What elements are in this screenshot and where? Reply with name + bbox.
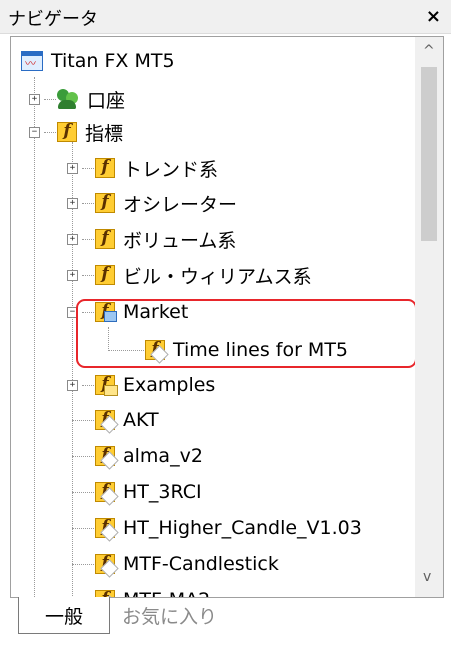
terminal-icon: 〰 <box>21 51 43 71</box>
highlight-annotation <box>76 299 417 368</box>
tree-item-ht-higher-candle[interactable]: f HT_Higher_Candle_V1.03 <box>95 512 362 544</box>
tree-item-indicators-label: 指標 <box>85 122 124 145</box>
tree-item-label: HT_Higher_Candle_V1.03 <box>123 517 362 539</box>
expand-trend-toggle[interactable]: + <box>67 163 78 174</box>
navigator-titlebar: ナビゲータ × <box>0 0 451 34</box>
accounts-icon <box>57 88 79 110</box>
tab-general[interactable]: 一般 <box>18 597 110 634</box>
tree-line <box>34 77 35 597</box>
tree-item-label: MTF-Candlestick <box>123 553 279 575</box>
tree-folder-oscillator[interactable]: f オシレーター <box>95 187 237 219</box>
collapse-indicators-toggle[interactable]: − <box>29 127 40 138</box>
tree-folder-label: トレンド系 <box>123 158 219 181</box>
custom-indicator-icon: f <box>95 481 119 506</box>
expand-volume-toggle[interactable]: + <box>67 234 78 245</box>
vertical-scrollbar[interactable]: ^ v <box>415 37 443 597</box>
tree-item-ht-3rci[interactable]: f HT_3RCI <box>95 476 202 508</box>
tree-folder-examples-label: Examples <box>123 374 216 396</box>
tree-folder-label: ボリューム系 <box>123 229 237 252</box>
navigator-tree: + − + + + + − + 〰 Titan FX MT5 口座 f 指標 f… <box>11 37 417 597</box>
indicator-folder-icon: f <box>95 192 115 213</box>
navigator-panel: + − + + + + − + 〰 Titan FX MT5 口座 f 指標 f… <box>10 36 444 598</box>
tree-item-mtf-candlestick[interactable]: f MTF-Candlestick <box>95 548 279 580</box>
custom-indicator-icon: f <box>95 517 119 542</box>
indicator-folder-icon: f <box>95 264 115 285</box>
tree-folder-volume[interactable]: f ボリューム系 <box>95 223 236 255</box>
expand-account-toggle[interactable]: + <box>29 94 40 105</box>
expand-examples-toggle[interactable]: + <box>67 380 78 391</box>
tree-folder-examples[interactable]: f Examples <box>95 369 215 401</box>
tree-folder-bill-williams[interactable]: f ビル・ウィリアムス系 <box>95 259 312 291</box>
tree-item-mtf-ma2[interactable]: f MTF-MA2 <box>95 584 210 597</box>
tree-line <box>72 456 94 457</box>
tree-item-label: AKT <box>123 409 159 431</box>
scroll-down-icon[interactable]: v <box>423 569 431 585</box>
tree-line <box>82 385 94 386</box>
indicator-folder-icon: f <box>95 157 115 178</box>
indicator-folder-icon: f <box>57 121 77 142</box>
tree-line <box>72 528 94 529</box>
tree-item-account-label: 口座 <box>87 89 126 112</box>
tree-line <box>82 239 94 240</box>
tree-item-akt[interactable]: f AKT <box>95 404 159 436</box>
scroll-up-icon[interactable]: ^ <box>423 43 435 59</box>
expand-oscillator-toggle[interactable]: + <box>67 198 78 209</box>
examples-folder-icon: f <box>95 374 118 396</box>
tree-item-label: HT_3RCI <box>123 481 202 503</box>
tree-root-mt5[interactable]: 〰 Titan FX MT5 <box>21 45 175 77</box>
tree-folder-label: オシレーター <box>123 193 238 216</box>
tree-line <box>82 203 94 204</box>
custom-indicator-icon: f <box>95 553 119 578</box>
tree-root-label: Titan FX MT5 <box>51 50 175 72</box>
tree-item-alma[interactable]: f alma_v2 <box>95 440 203 472</box>
tree-line <box>44 132 56 133</box>
scrollbar-thumb[interactable] <box>421 67 437 241</box>
tree-line <box>72 142 73 597</box>
navigator-tabs: 一般 お気に入り <box>10 597 444 637</box>
window-title: ナビゲータ <box>8 9 98 30</box>
tree-item-indicators[interactable]: f 指標 <box>57 116 123 148</box>
tree-line <box>72 564 94 565</box>
custom-indicator-icon: f <box>95 409 119 434</box>
tree-line <box>82 275 94 276</box>
tree-folder-trend[interactable]: f トレンド系 <box>95 152 218 184</box>
tree-line <box>44 99 56 100</box>
tree-line <box>82 168 94 169</box>
expand-bill-williams-toggle[interactable]: + <box>67 270 78 281</box>
indicator-folder-icon: f <box>95 228 115 249</box>
tree-line <box>72 420 94 421</box>
custom-indicator-icon: f <box>95 445 119 470</box>
tree-line <box>72 492 94 493</box>
tree-item-label: alma_v2 <box>123 445 203 467</box>
tree-item-account[interactable]: 口座 <box>57 83 125 115</box>
close-icon[interactable]: × <box>426 6 441 27</box>
tab-favorites[interactable]: お気に入り <box>122 597 217 633</box>
tree-folder-label: ビル・ウィリアムス系 <box>123 265 312 288</box>
